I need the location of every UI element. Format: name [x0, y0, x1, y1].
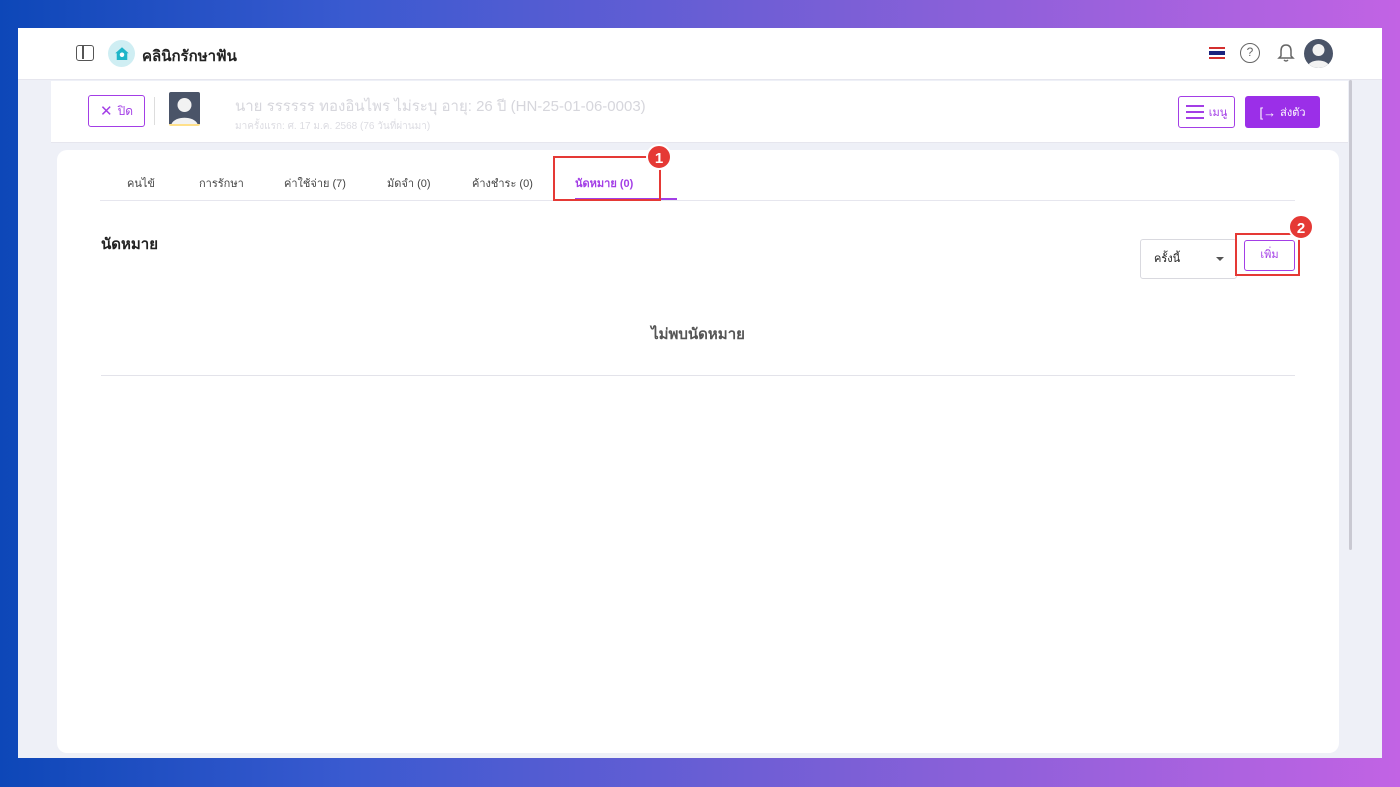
sidebar-toggle-icon[interactable] — [76, 45, 94, 61]
appointments-card: คนไข้ การรักษา ค่าใช้จ่าย (7) มัดจำ (0) … — [57, 150, 1339, 753]
page-scrollbar[interactable] — [1349, 80, 1352, 550]
checkin-button[interactable]: [→ ส่งตัว — [1245, 96, 1320, 128]
close-icon: ✕ — [100, 102, 113, 120]
patient-name: นาย รรรรรร ทองอินไพร ไม่ระบุ อายุ: 26 ปี… — [235, 98, 646, 115]
checkin-label: ส่งตัว — [1280, 107, 1306, 119]
patient-header: ✕ ปิด นาย รรรรรร ทองอินไพร ไม่ระบุ อายุ:… — [51, 81, 1348, 143]
step-badge-2: 2 — [1288, 214, 1314, 240]
highlight-box-tab — [553, 156, 661, 201]
empty-state-message: ไม่พบนัดหมาย — [651, 326, 745, 343]
visit-filter-value: ครั้งนี้ — [1154, 253, 1181, 265]
patient-visit-info: มาครั้งแรก: ศ. 17 ม.ค. 2568 (76 วันที่ผ่… — [235, 121, 431, 132]
section-title: นัดหมาย — [101, 236, 158, 253]
avatar-icon — [1307, 44, 1330, 68]
highlight-box-add — [1235, 233, 1300, 276]
divider — [101, 375, 1295, 376]
home-icon-glyph — [114, 46, 129, 60]
hamburger-icon — [1185, 105, 1204, 119]
patient-avatar-icon — [171, 98, 198, 124]
divider — [154, 97, 155, 125]
step-badge-1: 1 — [646, 144, 672, 170]
home-icon[interactable] — [108, 40, 135, 67]
app-screen: คลินิกรักษาฟัน ? ✕ ปิด นาย รรรรรร ทองอิน… — [18, 28, 1382, 758]
tab-treatment[interactable]: การรักษา — [199, 174, 244, 192]
visit-filter-select[interactable]: ครั้งนี้ — [1140, 239, 1237, 279]
patient-avatar — [169, 92, 200, 126]
close-button[interactable]: ✕ ปิด — [88, 95, 145, 127]
thai-flag-icon[interactable] — [1209, 47, 1225, 59]
help-icon[interactable]: ? — [1240, 43, 1260, 63]
close-label: ปิด — [117, 103, 133, 118]
tab-patient[interactable]: คนไข้ — [127, 174, 155, 192]
tab-deposit[interactable]: มัดจำ (0) — [387, 174, 431, 192]
bell-icon[interactable] — [1276, 42, 1296, 64]
chevron-down-icon — [1216, 257, 1224, 261]
login-arrow-icon: [→ — [1259, 104, 1277, 120]
menu-label: เมนู — [1208, 107, 1228, 119]
menu-button[interactable]: เมนู — [1178, 96, 1235, 128]
avatar[interactable] — [1304, 39, 1333, 68]
app-title: คลินิกรักษาฟัน — [142, 48, 237, 65]
tab-outstanding[interactable]: ค้างชำระ (0) — [472, 174, 533, 192]
tab-bar: คนไข้ การรักษา ค่าใช้จ่าย (7) มัดจำ (0) … — [100, 150, 1295, 201]
tab-expenses[interactable]: ค่าใช้จ่าย (7) — [284, 174, 346, 192]
top-bar: คลินิกรักษาฟัน ? — [18, 28, 1382, 80]
